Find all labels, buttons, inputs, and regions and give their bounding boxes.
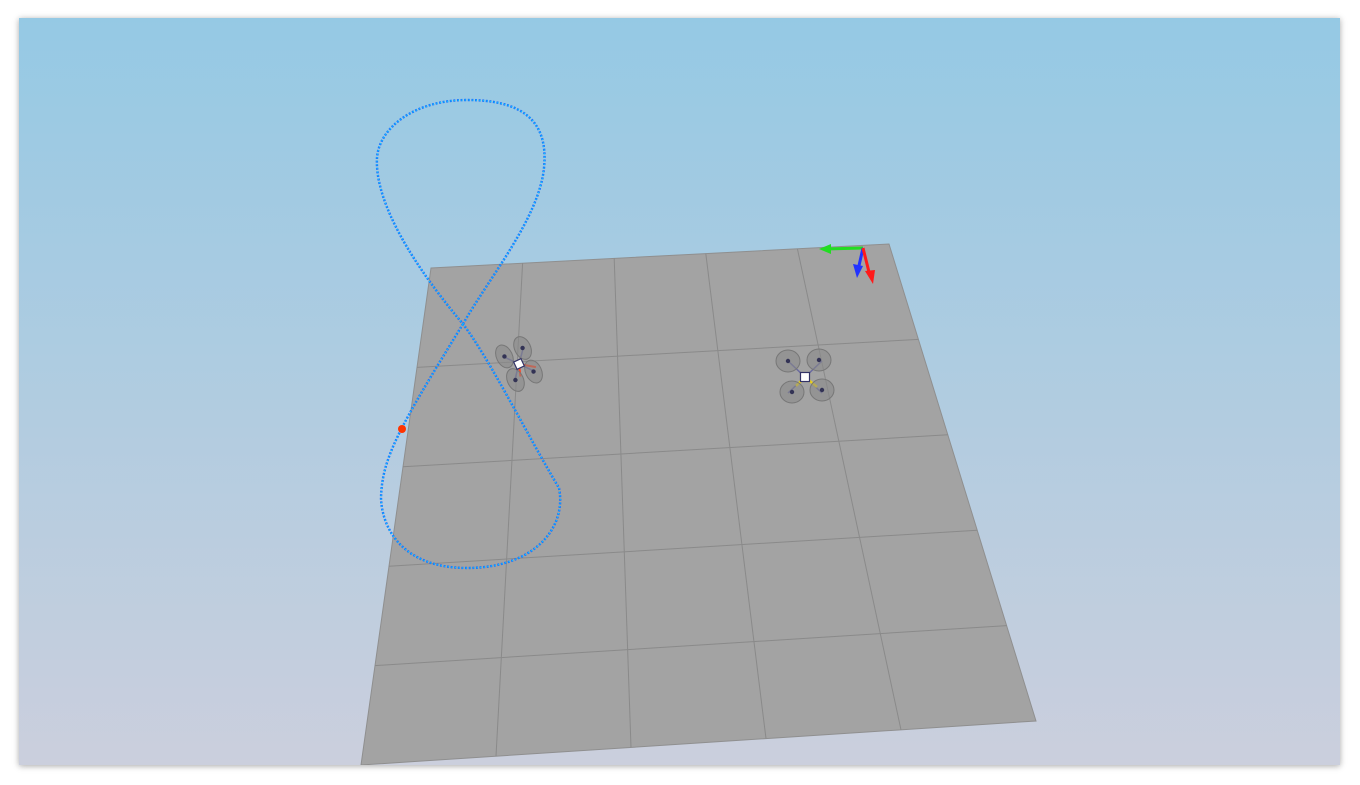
current-position-marker: [398, 425, 406, 433]
scene-canvas[interactable]: [19, 18, 1340, 765]
quadrotor-2-body: [799, 371, 811, 383]
simulation-viewport[interactable]: [19, 18, 1340, 765]
